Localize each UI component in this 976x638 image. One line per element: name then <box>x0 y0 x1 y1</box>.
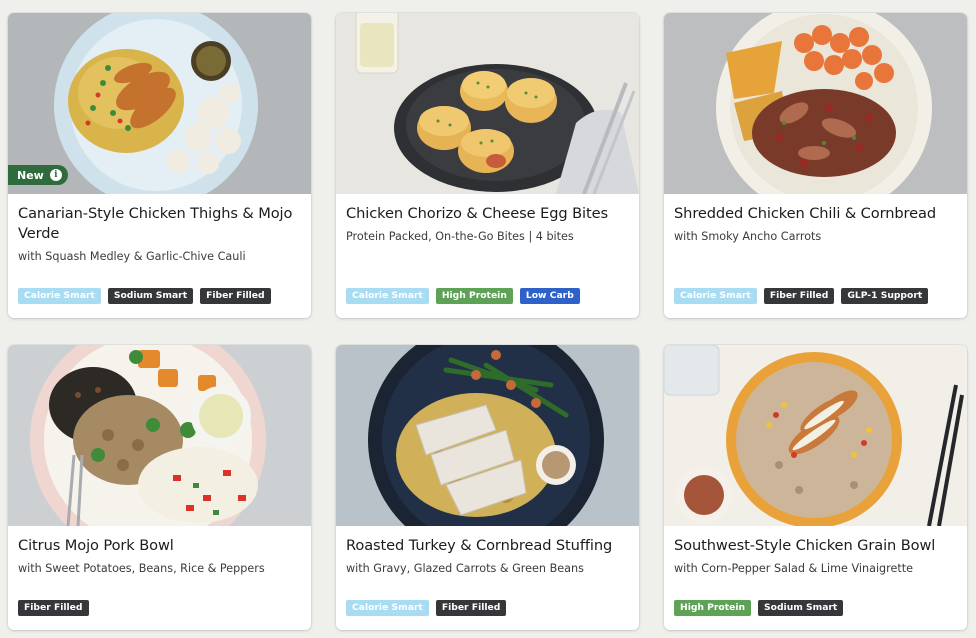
tag-fiber-filled: Fiber Filled <box>18 600 89 616</box>
tag-calorie-smart: Calorie Smart <box>346 288 429 304</box>
tag-low-carb: Low Carb <box>519 288 580 304</box>
tag-fiber-filled: Fiber Filled <box>763 288 835 304</box>
meal-subtitle: with Corn-Pepper Salad & Lime Vinaigrett… <box>674 562 914 575</box>
meal-card[interactable]: Chicken Chorizo & Cheese Egg Bites Prote… <box>336 13 639 318</box>
pork-bowl-photo <box>8 345 311 526</box>
meal-card[interactable]: Citrus Mojo Pork Bowl with Sweet Potatoe… <box>8 345 311 630</box>
meal-subtitle: Protein Packed, On-the-Go Bites | 4 bite… <box>346 230 574 243</box>
meal-photo[interactable] <box>336 345 639 526</box>
tag-list: Calorie Smart Fiber Filled GLP-1 Support <box>674 288 929 304</box>
egg-bites-plate-photo <box>336 13 639 194</box>
tag-calorie-smart: Calorie Smart <box>674 288 757 304</box>
tag-fiber-filled: Fiber Filled <box>435 600 507 616</box>
tag-list: High Protein Sodium Smart <box>674 600 844 616</box>
new-badge-label: New <box>17 168 44 182</box>
meal-title[interactable]: Southwest-Style Chicken Grain Bowl <box>674 536 957 556</box>
meal-card[interactable]: Shredded Chicken Chili & Cornbread with … <box>664 13 967 318</box>
meal-photo[interactable]: New i <box>8 13 311 194</box>
meal-subtitle: with Sweet Potatoes, Beans, Rice & Peppe… <box>18 562 265 575</box>
tag-list: Calorie Smart Fiber Filled <box>346 600 507 616</box>
tag-fiber-filled: Fiber Filled <box>200 288 271 304</box>
chicken-chili-plate-photo <box>664 13 967 194</box>
meal-card[interactable]: New i Canarian-Style Chicken Thighs & Mo… <box>8 13 311 318</box>
tag-calorie-smart: Calorie Smart <box>18 288 101 304</box>
meal-card[interactable]: Roasted Turkey & Cornbread Stuffing with… <box>336 345 639 630</box>
meal-title[interactable]: Roasted Turkey & Cornbread Stuffing <box>346 536 629 556</box>
meal-title[interactable]: Canarian-Style Chicken Thighs & Mojo Ver… <box>18 204 301 244</box>
new-badge[interactable]: New i <box>8 165 68 185</box>
meal-photo[interactable] <box>336 13 639 194</box>
tag-calorie-smart: Calorie Smart <box>346 600 429 616</box>
tag-list: Calorie Smart High Protein Low Carb <box>346 288 580 304</box>
meal-photo[interactable] <box>8 345 311 526</box>
meal-title[interactable]: Shredded Chicken Chili & Cornbread <box>674 204 957 224</box>
tag-list: Calorie Smart Sodium Smart Fiber Filled <box>18 288 271 304</box>
tag-high-protein: High Protein <box>435 288 513 304</box>
meal-subtitle: with Smoky Ancho Carrots <box>674 230 822 243</box>
meal-grid: New i Canarian-Style Chicken Thighs & Mo… <box>8 13 967 630</box>
info-icon[interactable]: i <box>49 169 62 181</box>
meal-subtitle: with Gravy, Glazed Carrots & Green Beans <box>346 562 584 575</box>
tag-sodium-smart: Sodium Smart <box>107 288 194 304</box>
grain-bowl-photo <box>664 345 967 526</box>
meal-photo[interactable] <box>664 13 967 194</box>
meal-photo[interactable] <box>664 345 967 526</box>
turkey-plate-photo <box>336 345 639 526</box>
tag-high-protein: High Protein <box>674 600 752 616</box>
meal-title[interactable]: Citrus Mojo Pork Bowl <box>18 536 301 556</box>
meal-title[interactable]: Chicken Chorizo & Cheese Egg Bites <box>346 204 629 224</box>
meal-card[interactable]: Southwest-Style Chicken Grain Bowl with … <box>664 345 967 630</box>
tag-list: Fiber Filled <box>18 600 89 616</box>
tag-glp1-support: GLP-1 Support <box>841 288 929 304</box>
tag-sodium-smart: Sodium Smart <box>758 600 844 616</box>
meal-subtitle: with Squash Medley & Garlic-Chive Cauli <box>18 250 246 263</box>
